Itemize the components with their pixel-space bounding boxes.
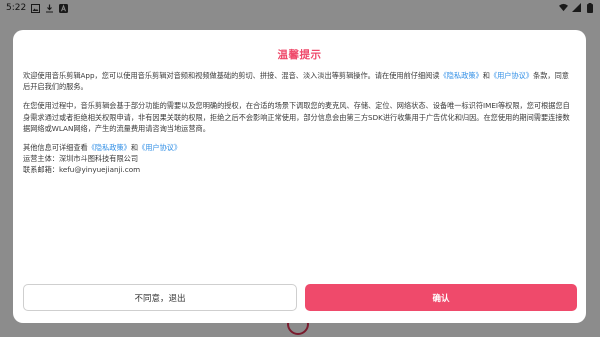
intro-paragraph: 欢迎使用音乐剪辑App，您可以使用音乐剪辑对音频和视频做基础的剪切、拼接、混音、… — [23, 70, 575, 92]
dialog-title: 温馨提示 — [277, 49, 322, 61]
battery-icon — [585, 2, 594, 13]
status-right — [559, 2, 594, 13]
intro-text: 欢迎使用音乐剪辑App，您可以使用音乐剪辑对音频和视频做基础的剪切、拼接、混音、… — [23, 71, 440, 80]
status-bar: 5:22 — [0, 0, 600, 17]
screen: 5:22 温馨提示 欢迎使用音乐剪辑App，您可以使用音乐剪辑对音频和视频做基础… — [0, 0, 600, 337]
download-icon — [45, 4, 54, 13]
contact-email-line: 联系邮箱：kefu@yinyuejianji.com — [23, 165, 141, 175]
permissions-paragraph: 在您使用过程中，音乐剪辑会基于部分功能的需要以及您明确的授权，在合适的场景下调取… — [23, 101, 570, 133]
privacy-policy-link[interactable]: 《隐私政策》 — [440, 71, 483, 80]
dialog-footer: 不同意，退出 确认 — [23, 284, 577, 311]
user-agreement-link-2[interactable]: 《用户协议》 — [138, 143, 181, 152]
more-info-text: 其他信息可详细查看 — [23, 143, 88, 153]
image-icon — [31, 3, 41, 13]
operator-line: 运营主体：深圳市斗图科技有限公司 — [23, 154, 139, 164]
status-left: 5:22 — [6, 3, 69, 13]
user-agreement-link[interactable]: 《用户协议》 — [490, 71, 533, 80]
decline-exit-button[interactable]: 不同意，退出 — [23, 284, 297, 311]
status-time: 5:22 — [6, 3, 27, 13]
and-text: 和 — [482, 71, 490, 80]
privacy-dialog: 温馨提示 欢迎使用音乐剪辑App，您可以使用音乐剪辑对音频和视频做基础的剪切、拼… — [13, 30, 586, 323]
privacy-policy-link-2[interactable]: 《隐私政策》 — [88, 143, 131, 152]
wifi-icon — [559, 3, 568, 12]
a-icon — [59, 3, 69, 13]
and-text-2: 和 — [130, 143, 139, 153]
signal-icon — [572, 3, 581, 12]
confirm-button[interactable]: 确认 — [305, 284, 577, 311]
dialog-body: 欢迎使用音乐剪辑App，您可以使用音乐剪辑对音频和视频做基础的剪切、拼接、混音、… — [23, 70, 575, 176]
more-info-line: 其他信息可详细查看《隐私政策》和《用户协议》 — [23, 142, 575, 153]
